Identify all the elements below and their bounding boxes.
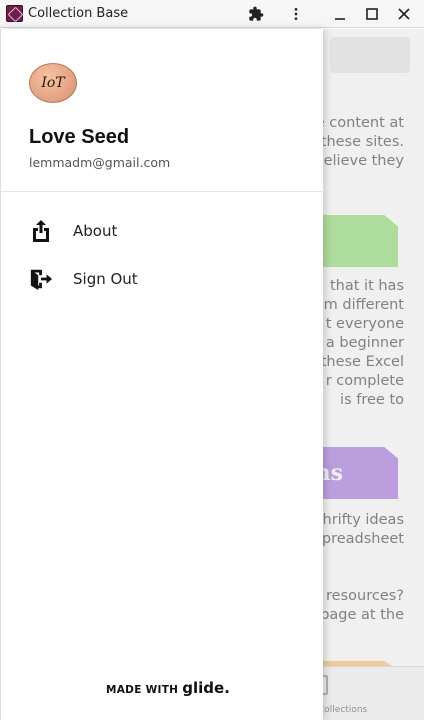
made-with-glide-badge[interactable]: MADE WITH glide. — [106, 679, 230, 697]
menu-item-about[interactable]: About — [1, 209, 324, 253]
user-email: lemmadm@gmail.com — [29, 155, 171, 170]
more-icon[interactable] — [286, 4, 306, 24]
window-titlebar: Collection Base — [0, 0, 424, 28]
app-logo-icon — [6, 5, 23, 22]
sign-out-icon — [29, 267, 53, 291]
glide-logo: glide. — [182, 679, 230, 697]
window-title: Collection Base — [28, 6, 129, 21]
user-name: Love Seed — [29, 126, 130, 148]
close-icon[interactable] — [394, 4, 414, 24]
menu-item-sign-out[interactable]: Sign Out — [1, 257, 324, 301]
navigation-drawer: IoT Love Seed lemmadm@gmail.com About Si… — [0, 29, 324, 720]
maximize-icon[interactable] — [362, 4, 382, 24]
made-with-prefix: MADE WITH — [106, 684, 179, 696]
minimize-icon[interactable] — [330, 4, 350, 24]
share-upload-icon — [29, 219, 53, 243]
menu-item-label: Sign Out — [73, 270, 138, 288]
avatar-text: IoT — [41, 75, 65, 91]
avatar: IoT — [29, 63, 77, 103]
drawer-divider — [1, 191, 324, 192]
menu-item-label: About — [73, 222, 118, 240]
extension-icon[interactable] — [246, 4, 266, 24]
